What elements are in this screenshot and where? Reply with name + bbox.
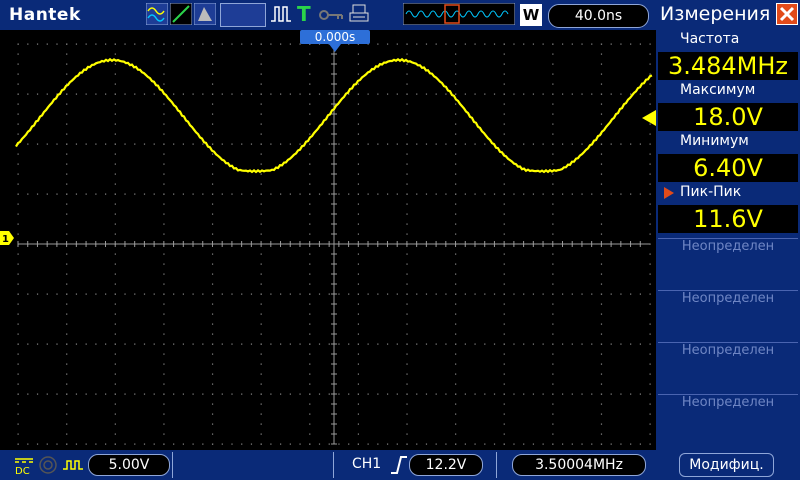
- divider: [172, 452, 173, 478]
- empty-indicator: [220, 3, 266, 27]
- trigger-position-label[interactable]: 0.000s: [300, 30, 370, 44]
- ch1-scale-readout[interactable]: 5.00V: [88, 454, 170, 476]
- trigger-channel-label: CH1: [352, 456, 382, 472]
- line-icon[interactable]: [170, 3, 192, 25]
- measure-slot-empty[interactable]: Неопределен: [658, 290, 798, 339]
- divider: [333, 452, 334, 478]
- persist-icon[interactable]: [194, 3, 216, 25]
- trigger-frequency-readout: 3.50004MHz: [512, 454, 646, 476]
- divider: [496, 452, 497, 478]
- close-icon[interactable]: [776, 3, 798, 25]
- measure-slot-empty[interactable]: Неопределен: [658, 238, 798, 287]
- memory-position-indicator[interactable]: [403, 3, 515, 25]
- measure-label-pkpk: Пик-Пик: [680, 184, 742, 200]
- dc-coupling-icon[interactable]: DC: [14, 455, 34, 475]
- probe-icon[interactable]: [62, 455, 84, 475]
- wave-icon[interactable]: [146, 3, 168, 25]
- w-label: W: [520, 4, 542, 26]
- measure-label-min: Минимум: [680, 133, 749, 149]
- measure-value-max[interactable]: 18.0V: [658, 103, 798, 131]
- measure-slot-empty[interactable]: Неопределен: [658, 342, 798, 391]
- rising-edge-icon[interactable]: [390, 454, 408, 476]
- svg-text:1: 1: [2, 234, 9, 245]
- panel-title: Измерения: [660, 3, 771, 25]
- trigger-level-readout[interactable]: 12.2V: [409, 454, 483, 476]
- graticule: [17, 43, 651, 445]
- timebase-readout[interactable]: 40.0ns: [548, 4, 649, 28]
- pulse-icon[interactable]: [270, 3, 292, 25]
- measure-value-pkpk[interactable]: 11.6V: [658, 205, 798, 233]
- brand-logo: Hantek: [9, 5, 81, 25]
- panel-header: Измерения: [656, 0, 800, 30]
- measure-label-max: Максимум: [680, 82, 756, 98]
- svg-text:T: T: [297, 3, 311, 25]
- key-icon[interactable]: [318, 3, 344, 25]
- printer-icon[interactable]: [348, 3, 370, 25]
- top-status-bar: Hantek T W 40.0ns: [0, 0, 656, 30]
- modify-button[interactable]: Модифиц.: [679, 453, 774, 477]
- measure-label-frequency: Частота: [680, 31, 740, 47]
- bandwidth-limit-icon[interactable]: [38, 455, 60, 475]
- trigger-position-arrow: [329, 44, 341, 52]
- trigger-t-icon[interactable]: T: [294, 3, 316, 25]
- measure-value-min[interactable]: 6.40V: [658, 154, 798, 182]
- measure-value-frequency[interactable]: 3.484MHz: [658, 52, 798, 80]
- svg-text:DC: DC: [15, 466, 30, 475]
- measure-slot-empty[interactable]: Неопределен: [658, 394, 798, 443]
- trigger-level-marker[interactable]: [642, 110, 656, 126]
- waveform-display: [15, 43, 653, 445]
- ch1-ground-marker[interactable]: 1: [0, 231, 14, 245]
